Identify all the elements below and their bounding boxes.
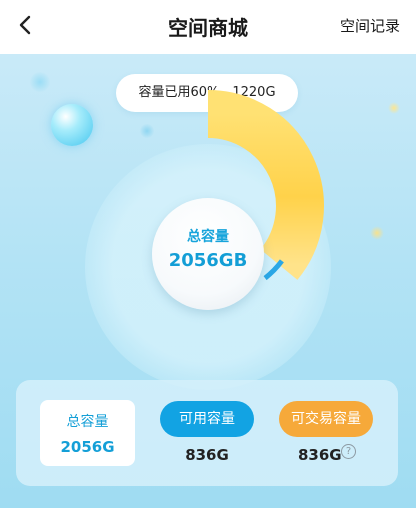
- total-capacity-label: 总容量: [66, 414, 109, 430]
- donut-center-value: 2056GB: [168, 250, 248, 271]
- chevron-left-icon[interactable]: [12, 11, 40, 39]
- storage-overview: 容量已用60%，1220G 总容量 2056GB 总容量 2056G 可用容量 …: [0, 54, 416, 508]
- used-end-marker: [263, 259, 284, 281]
- question-circle-icon[interactable]: ?: [341, 444, 356, 459]
- available-capacity-button[interactable]: 可用容量: [160, 401, 254, 437]
- tradeable-capacity-button[interactable]: 可交易容量: [279, 401, 373, 437]
- space-record-link[interactable]: 空间记录: [340, 15, 400, 36]
- donut-center-label: 总容量: [187, 229, 229, 245]
- available-capacity-value: 836G: [185, 446, 229, 464]
- header-bar: 空间商城 空间记录: [0, 0, 416, 54]
- total-capacity-value: 2056G: [60, 438, 115, 456]
- tradeable-capacity-value: 836G: [298, 446, 342, 464]
- total-capacity-card[interactable]: [40, 400, 135, 466]
